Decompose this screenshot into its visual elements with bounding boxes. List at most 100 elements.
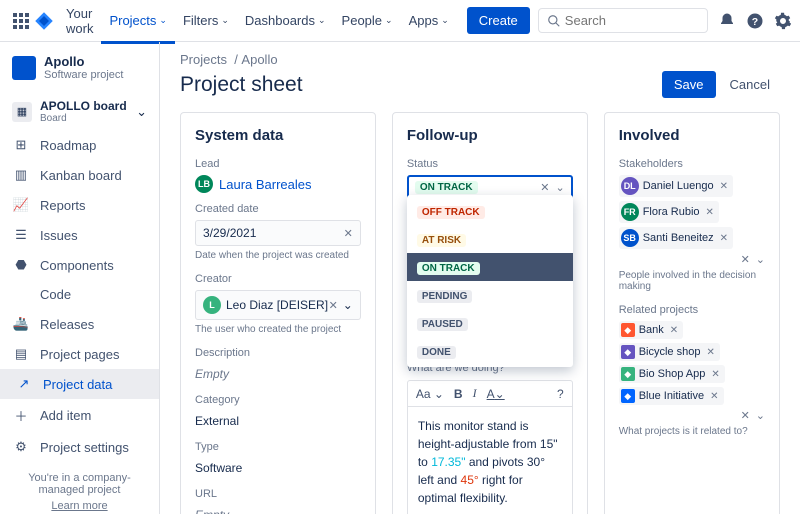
settings-icon: ⚙ [12,439,30,455]
category-value: External [195,411,361,431]
status-dropdown: OFF TRACKAT RISKON TRACKPENDINGPAUSEDDON… [407,195,573,367]
stakeholders-help: People involved in the decision making [619,270,765,292]
sidebar-item-label: Roadmap [40,138,96,153]
avatar-icon: DL [621,177,639,195]
nav-filters[interactable]: Filters⌄ [175,0,237,44]
cancel-button[interactable]: Cancel [720,71,780,98]
lead-name: Laura Barreales [219,177,312,192]
status-option-paused[interactable]: PAUSED [407,309,573,337]
help-button[interactable]: ? [557,387,564,401]
system-data-panel: System data Lead LB Laura Barreales Crea… [180,112,376,514]
sidebar-item-issues[interactable]: ☰Issues [0,220,159,250]
board-selector[interactable]: ▦ APOLLO board Board ⌄ [0,93,159,130]
nav-projects[interactable]: Projects⌄ [101,0,175,44]
breadcrumb-current: Apollo [241,52,277,67]
clear-icon[interactable]: ✕ [741,409,750,422]
clear-icon[interactable]: ✕ [540,181,549,194]
nav-your-work[interactable]: Your work [58,0,101,44]
app-switcher-icon[interactable] [12,9,30,33]
footer-text: You're in a company-managed project [12,472,147,496]
kanban-icon: ▥ [12,167,30,183]
lead-user[interactable]: LB Laura Barreales [195,175,361,193]
sidebar-item-project-data[interactable]: ↗Project data [0,369,159,399]
remove-icon[interactable]: ✕ [706,207,714,218]
color-button[interactable]: A⌄ [487,387,505,401]
notifications-icon[interactable] [718,8,736,34]
issues-icon: ☰ [12,227,30,243]
stakeholder-chip[interactable]: DLDaniel Luengo✕ [619,175,733,197]
status-option-off-track[interactable]: OFF TRACK [407,197,573,225]
sidebar-item-add-item[interactable]: ＋Add item [0,399,159,432]
status-option-pending[interactable]: PENDING [407,281,573,309]
project-chip[interactable]: ◆Bio Shop App✕ [619,365,725,383]
editor-toolbar: Aa ⌄ B I A⌄ ? [407,380,573,407]
project-icon [12,56,36,80]
breadcrumb-projects[interactable]: Projects [180,52,227,67]
editor-text: 45° [461,473,479,487]
text-style-button[interactable]: Aa ⌄ [416,387,444,401]
remove-icon[interactable]: ✕ [706,347,714,358]
save-button[interactable]: Save [662,71,716,98]
chevron-down-icon[interactable]: ⌄ [555,181,564,194]
sidebar-item-label: Code [40,287,71,302]
remove-icon[interactable]: ✕ [711,369,719,380]
help-icon[interactable]: ? [746,8,764,34]
chevron-down-icon[interactable]: ⌄ [756,253,765,266]
chevron-down-icon[interactable]: ⌄ [343,298,353,312]
status-option-on-track[interactable]: ON TRACK [407,253,573,281]
create-button[interactable]: Create [467,7,530,34]
status-option-done[interactable]: DONE [407,337,573,365]
remove-icon[interactable]: ✕ [670,325,678,336]
sidebar-item-kanban-board[interactable]: ▥ Kanban board [0,160,159,190]
nav-people[interactable]: People⌄ [334,0,401,44]
stakeholder-chip[interactable]: FRFlora Rubio✕ [619,201,719,223]
status-option-at-risk[interactable]: AT RISK [407,225,573,253]
page-title: Project sheet [180,73,303,97]
related-projects-label: Related projects [619,304,765,316]
description-label: Description [195,347,361,359]
sidebar-item-releases[interactable]: 🚢Releases [0,309,159,339]
sidebar-item-roadmap[interactable]: ⊞ Roadmap [0,130,159,160]
remove-icon[interactable]: ✕ [720,233,728,244]
remove-icon[interactable]: ✕ [720,181,728,192]
editor-body[interactable]: This monitor stand is height-adjustable … [407,407,573,514]
sidebar-item-reports[interactable]: 📈Reports [0,190,159,220]
project-name: Apollo [44,54,123,69]
status-label: Status [407,158,573,170]
project-chip[interactable]: ◆Bank✕ [619,321,683,339]
nav-dashboards[interactable]: Dashboards⌄ [237,0,334,44]
created-date-label: Created date [195,203,361,215]
sidebar-item-components[interactable]: ⬣Components [0,250,159,280]
data-icon: ↗ [15,376,33,392]
jira-logo-icon[interactable] [34,9,54,33]
project-chip[interactable]: ◆Blue Initiative✕ [619,387,724,405]
created-date-input[interactable]: 3/29/2021 ✕ [195,220,361,246]
settings-icon[interactable] [774,8,792,34]
nav-apps[interactable]: Apps⌄ [401,0,457,44]
remove-icon[interactable]: ✕ [710,391,718,402]
project-header[interactable]: Apollo Software project [0,54,159,93]
description-value[interactable]: Empty [195,364,361,384]
project-type-label: Software project [44,69,123,81]
creator-input[interactable]: L Leo Diaz [DEISER] ✕ ⌄ [195,290,361,320]
sidebar-item-code[interactable]: Code [0,280,159,309]
clear-icon[interactable]: ✕ [741,253,750,266]
clear-icon[interactable]: ✕ [344,227,353,240]
stakeholder-chip[interactable]: SBSanti Beneitez✕ [619,227,733,249]
creator-label: Creator [195,273,361,285]
board-name: APOLLO board [40,99,127,113]
url-label: URL [195,488,361,500]
learn-more-link[interactable]: Learn more [12,500,147,512]
chevron-down-icon[interactable]: ⌄ [756,409,765,422]
search-input[interactable] [565,13,699,28]
search-box[interactable] [538,8,708,33]
url-value[interactable]: Empty [195,505,361,514]
sidebar-item-project-settings[interactable]: ⚙Project settings [0,432,159,462]
sidebar-item-label: Kanban board [40,168,122,183]
bold-button[interactable]: B [454,387,463,401]
roadmap-icon: ⊞ [12,137,30,153]
clear-icon[interactable]: ✕ [329,299,338,312]
italic-button[interactable]: I [473,386,477,401]
project-chip[interactable]: ◆Bicycle shop✕ [619,343,720,361]
sidebar-item-project-pages[interactable]: ▤Project pages [0,339,159,369]
